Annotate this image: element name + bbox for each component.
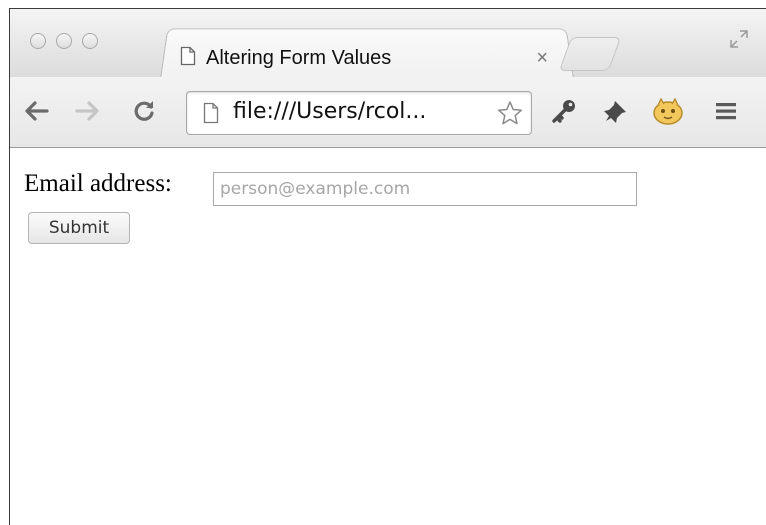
star-icon[interactable] [497,100,523,131]
tab-title: Altering Form Values [206,46,392,69]
close-window-button[interactable] [30,33,46,49]
menu-icon[interactable] [710,95,742,127]
email-field[interactable] [213,172,637,206]
tab-content: Altering Form Values × [180,44,560,72]
address-bar[interactable]: file:///Users/rcol... [186,91,532,135]
page-icon [203,102,219,129]
tab-close-button[interactable]: × [536,46,548,70]
minimize-window-button[interactable] [56,33,72,49]
key-icon[interactable] [548,95,580,127]
extension-icon[interactable] [652,95,684,127]
back-icon[interactable] [20,95,52,127]
page-content: Email address: Submit [10,148,766,525]
browser-window: Altering Form Values × file:///Users/rco… [9,8,766,525]
submit-button[interactable]: Submit [28,212,130,244]
forward-icon[interactable] [72,95,104,127]
new-tab-button[interactable] [558,37,622,71]
email-label: Email address: [24,170,172,197]
reload-icon[interactable] [128,95,160,127]
fullscreen-icon[interactable] [729,29,749,54]
document-icon [180,46,196,71]
pin-icon[interactable] [600,95,632,127]
url-text: file:///Users/rcol... [233,99,427,124]
zoom-window-button[interactable] [82,33,98,49]
toolbar: file:///Users/rcol... [10,77,766,148]
tab-strip: Altering Form Values × [10,9,766,79]
